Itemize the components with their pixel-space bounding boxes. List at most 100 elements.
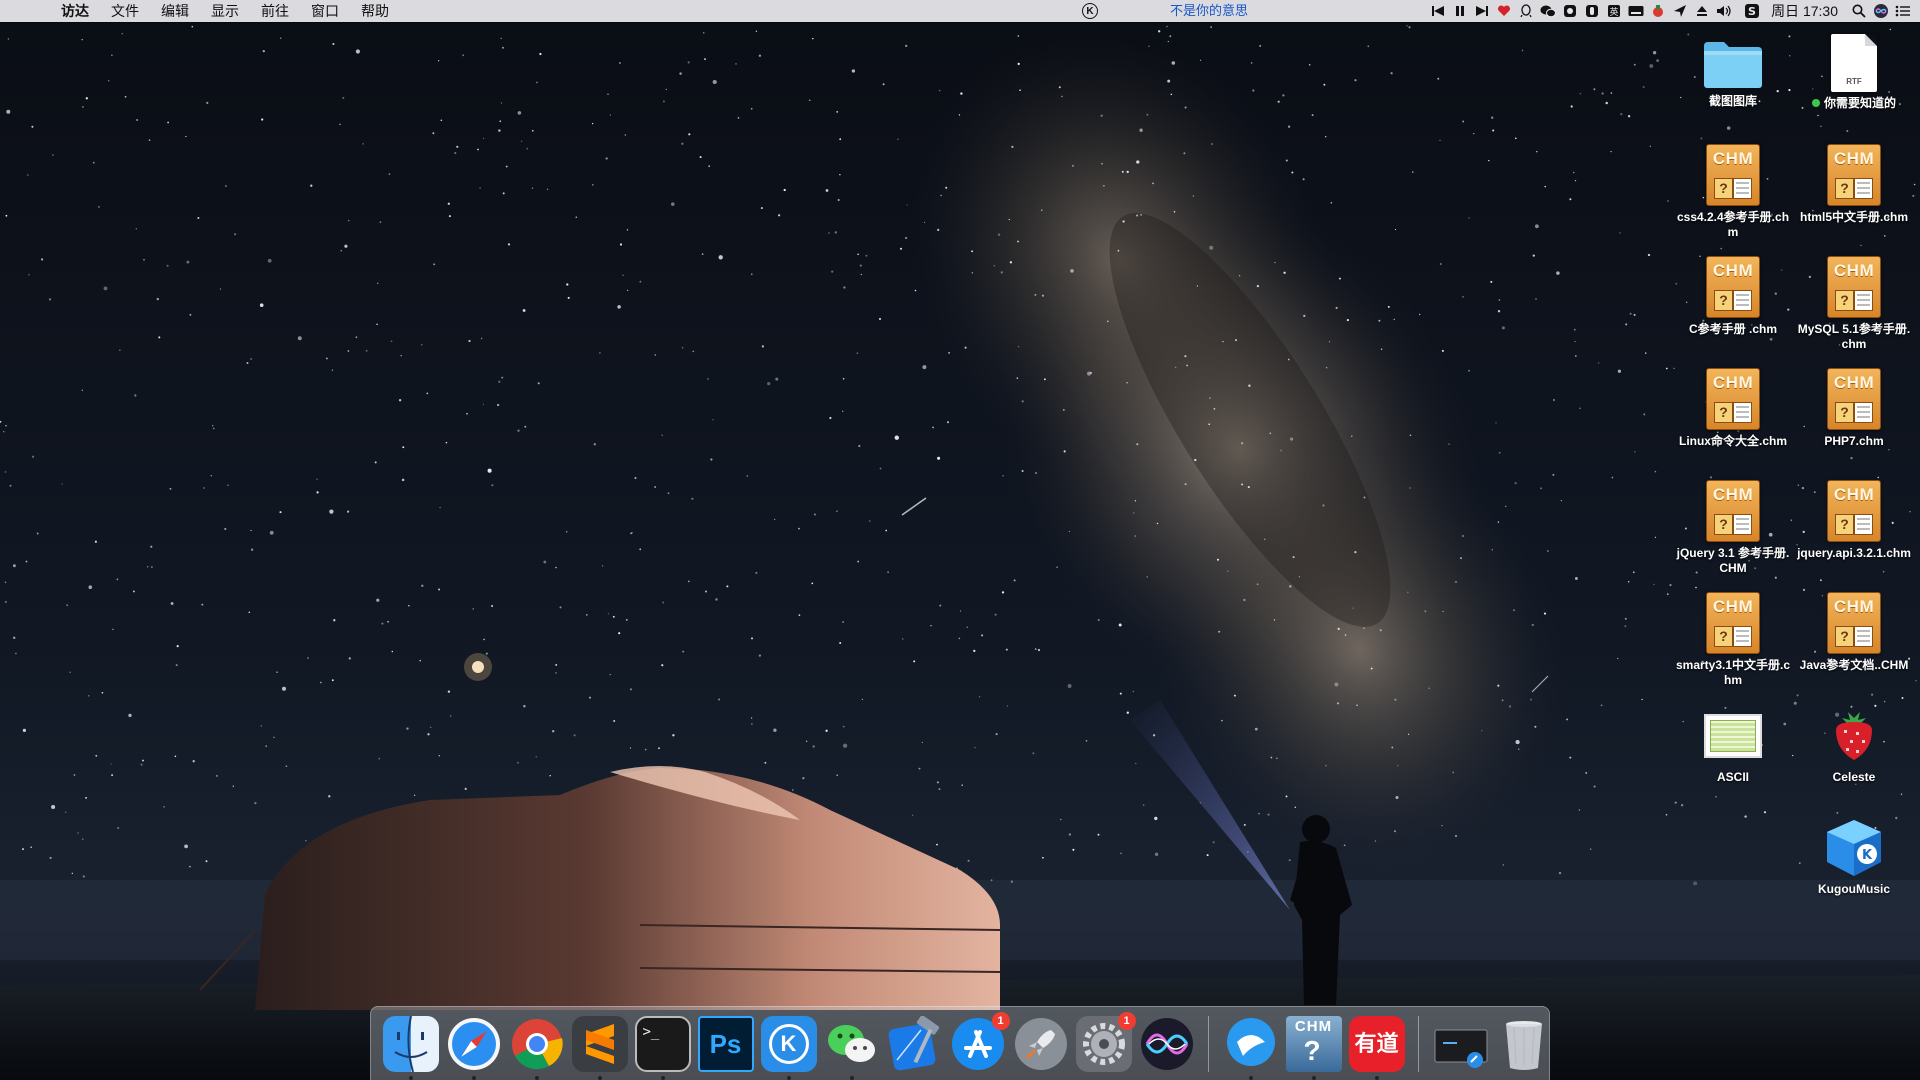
desktop-icon-chm-smarty[interactable]: CHM? smarty3.1中文手册.chm <box>1674 592 1792 688</box>
desktop-icon-label: MySQL 5.1参考手册.chm <box>1797 322 1911 351</box>
next-track-icon[interactable] <box>1471 0 1493 22</box>
qq-icon[interactable] <box>1515 0 1537 22</box>
safari-compass-icon <box>446 1016 502 1072</box>
running-indicator <box>408 1075 413 1080</box>
chm-file-icon: CHM? <box>1827 592 1881 654</box>
chm-file-icon: CHM? <box>1827 256 1881 318</box>
desktop-icon-chm-css[interactable]: CHM? css4.2.4参考手册.chm <box>1674 144 1792 240</box>
dock-screenshot[interactable] <box>1433 1016 1489 1072</box>
chm-file-icon: CHM? <box>1827 144 1881 206</box>
desktop-wallpaper <box>0 0 1920 1080</box>
notification-list-icon[interactable] <box>1892 0 1914 22</box>
desktop-icon-chm-html5[interactable]: CHM? html5中文手册.chm <box>1795 144 1913 225</box>
menu-view[interactable]: 显示 <box>200 0 250 22</box>
send-icon[interactable] <box>1669 0 1691 22</box>
dock-separator <box>1418 1015 1419 1072</box>
sync-icon[interactable]: S <box>1741 0 1763 22</box>
dock: >_ Ps K 1 1 CHM ? 有道 <box>370 1006 1550 1080</box>
running-indicator <box>1374 1075 1379 1080</box>
menu-go[interactable]: 前往 <box>250 0 300 22</box>
search-icon[interactable] <box>1848 0 1870 22</box>
cleaner-icon[interactable] <box>1647 0 1669 22</box>
previous-track-icon[interactable] <box>1427 0 1449 22</box>
desktop-icon-label: KugouMusic <box>1818 882 1890 896</box>
desktop-icon-chm-c[interactable]: CHM? C参考手册 .chm <box>1674 256 1792 337</box>
desktop-icon-chm-java[interactable]: CHM? Java参考文档..CHM <box>1795 592 1913 673</box>
dock-launchpad[interactable] <box>1013 1016 1069 1072</box>
dock-safari[interactable] <box>446 1016 502 1080</box>
menu-help[interactable]: 帮助 <box>350 0 400 22</box>
now-playing-title[interactable]: 不是你的意思 <box>1170 0 1248 22</box>
desktop-icon-kugoumusic[interactable]: K KugouMusic <box>1795 818 1913 897</box>
desktop-icon-screenshot-folder[interactable]: 截图图库 <box>1674 34 1792 109</box>
desktop-icon-label: PHP7.chm <box>1824 434 1884 448</box>
heart-icon[interactable] <box>1493 0 1515 22</box>
menu-edit[interactable]: 编辑 <box>150 0 200 22</box>
desktop-icon-rtf-document[interactable]: RTF 你需要知道的 <box>1795 34 1913 111</box>
keyboard-icon[interactable] <box>1625 0 1647 22</box>
desktop-icon-label: Java参考文档..CHM <box>1799 658 1909 672</box>
dock-siri[interactable] <box>1139 1016 1195 1072</box>
desktop-icon-chm-mysql[interactable]: CHM? MySQL 5.1参考手册.chm <box>1795 256 1913 352</box>
folder-icon <box>1702 40 1764 90</box>
desktop-icon-label: smarty3.1中文手册.chm <box>1675 658 1791 687</box>
dock-qq-browser[interactable] <box>1223 1016 1279 1080</box>
chat-bubble-icon <box>1223 1016 1279 1072</box>
pause-icon[interactable] <box>1449 0 1471 22</box>
running-indicator <box>786 1075 791 1080</box>
svg-text:S: S <box>1748 5 1756 18</box>
input-method-icon[interactable]: 英 <box>1603 0 1625 22</box>
running-indicator <box>534 1075 539 1080</box>
chm-file-icon: CHM? <box>1827 480 1881 542</box>
app-status-icon-2[interactable] <box>1581 0 1603 22</box>
chm-file-icon: CHM? <box>1827 368 1881 430</box>
trash-icon <box>1496 1016 1552 1072</box>
strawberry-icon <box>1826 706 1882 766</box>
menu-file[interactable]: 文件 <box>100 0 150 22</box>
dock-finder[interactable] <box>382 1015 439 1080</box>
desktop-icon-chm-jquery31[interactable]: CHM? jQuery 3.1 参考手册.CHM <box>1674 480 1792 576</box>
desktop-icon-chm-php7[interactable]: CHM? PHP7.chm <box>1795 368 1913 449</box>
dock-chrome[interactable] <box>509 1016 565 1080</box>
kugou-status-icon[interactable]: K <box>1082 3 1098 19</box>
dock-trash[interactable] <box>1496 1016 1552 1072</box>
chm-file-icon: CHM? <box>1706 592 1760 654</box>
green-tag-icon <box>1811 99 1820 107</box>
rtf-document-icon: RTF <box>1831 34 1877 92</box>
terminal-icon: >_ <box>634 1015 691 1072</box>
dock-photoshop[interactable]: Ps <box>697 1015 754 1072</box>
dock-system-preferences[interactable]: 1 <box>1075 1011 1136 1072</box>
running-indicator <box>471 1075 476 1080</box>
dock-wechat[interactable] <box>824 1016 880 1080</box>
menu-app-name[interactable]: 访达 <box>50 0 100 22</box>
desktop-icon-ascii[interactable]: ASCII <box>1674 706 1792 785</box>
desktop-icon-chm-jquery-api[interactable]: CHM? jquery.api.3.2.1.chm <box>1795 480 1913 561</box>
dock-chm-reader[interactable]: CHM ? <box>1285 1015 1342 1080</box>
chm-file-icon: CHM? <box>1706 368 1760 430</box>
desktop-icon-label: Celeste <box>1832 770 1876 784</box>
eject-icon[interactable] <box>1691 0 1713 22</box>
desktop-icon-label: C参考手册 .chm <box>1688 322 1777 336</box>
desktop-icon-label: Linux命令大全.chm <box>1678 434 1787 448</box>
siri-icon[interactable] <box>1870 0 1892 22</box>
desktop-icon-label: html5中文手册.chm <box>1799 210 1908 224</box>
app-status-icon-1[interactable] <box>1559 0 1581 22</box>
dock-app-store[interactable]: 1 <box>950 1011 1010 1072</box>
dock-sublime-text[interactable] <box>571 1015 628 1080</box>
desktop-icon-label: 你需要知道的 <box>1823 96 1896 110</box>
dock-youdao-dictionary[interactable]: 有道 <box>1348 1015 1405 1080</box>
finder-icon <box>382 1015 439 1072</box>
menu-window[interactable]: 窗口 <box>300 0 350 22</box>
desktop-icon-chm-linux[interactable]: CHM? Linux命令大全.chm <box>1674 368 1792 449</box>
volume-icon[interactable] <box>1713 0 1735 22</box>
dock-kugou-music[interactable]: K <box>760 1015 817 1080</box>
dock-xcode[interactable] <box>887 1015 943 1072</box>
youdao-icon: 有道 <box>1348 1015 1405 1072</box>
wechat-icon[interactable] <box>1537 0 1559 22</box>
dock-terminal[interactable]: >_ <box>634 1015 691 1080</box>
menu-bar: 访达 文件 编辑 显示 前往 窗口 帮助 K 不是你的意思 英 S 周日 17:… <box>0 0 1920 22</box>
desktop-icon-celeste[interactable]: Celeste <box>1795 706 1913 785</box>
svg-text:英: 英 <box>1610 6 1619 18</box>
running-indicator <box>1248 1075 1253 1080</box>
menubar-clock[interactable]: 周日 17:30 <box>1763 1 1848 21</box>
